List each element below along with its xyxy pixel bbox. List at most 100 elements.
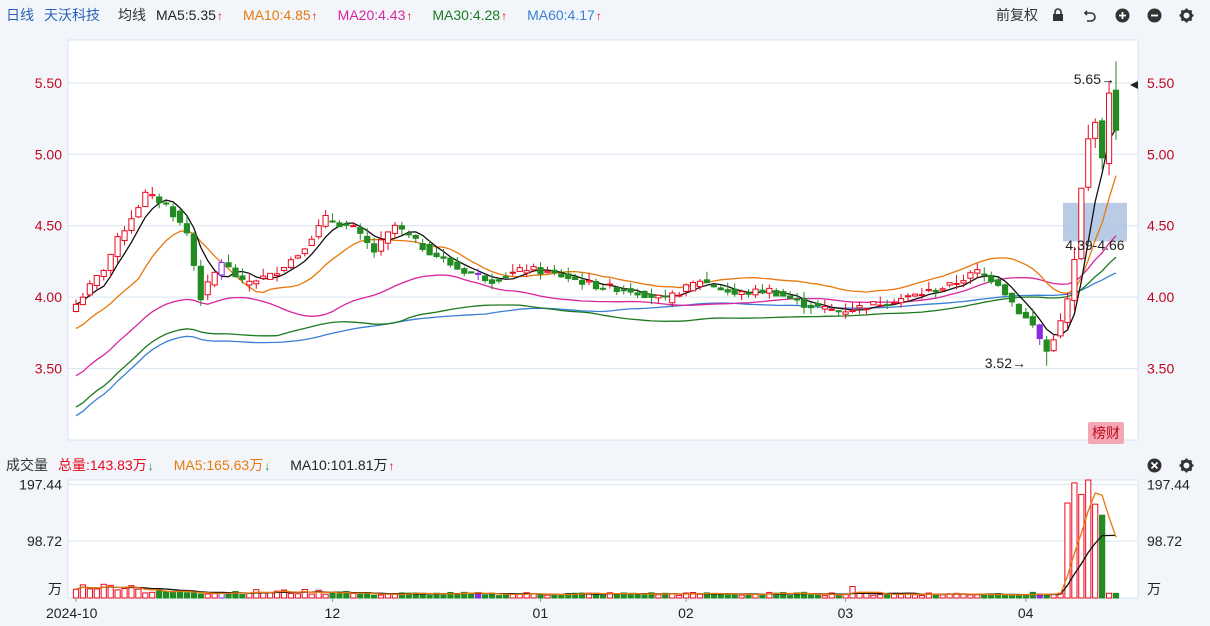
volume-bar[interactable] bbox=[329, 591, 336, 599]
volume-bar[interactable] bbox=[114, 589, 121, 599]
volume-bar[interactable] bbox=[246, 592, 253, 599]
ma-legend-item-2[interactable]: MA20:4.43↑ bbox=[338, 7, 423, 23]
volume-bar[interactable] bbox=[724, 594, 731, 599]
zoom-in-icon[interactable] bbox=[1114, 7, 1130, 23]
volume-bar[interactable] bbox=[551, 594, 558, 599]
volume-bar[interactable] bbox=[696, 593, 704, 599]
volume-bar[interactable] bbox=[1099, 514, 1106, 599]
volume-bar[interactable] bbox=[426, 594, 433, 599]
price-chart[interactable]: 5.50 5.50 5.00 5.00 4.50 4.50 4.00 4.00 3.50 3.50… bbox=[0, 30, 1210, 450]
candle[interactable] bbox=[142, 189, 149, 208]
volume-label[interactable]: 成交量 bbox=[6, 455, 48, 475]
ma-legend-item-1[interactable]: MA10:4.85↑ bbox=[243, 7, 328, 23]
volume-bar[interactable] bbox=[357, 593, 364, 599]
volume-bar[interactable] bbox=[731, 593, 738, 599]
ma-label[interactable]: 均线 bbox=[118, 5, 146, 25]
volume-bar[interactable] bbox=[1078, 493, 1085, 599]
candle[interactable] bbox=[190, 232, 197, 271]
volume-bar[interactable] bbox=[1071, 482, 1078, 599]
volume-bar[interactable] bbox=[1043, 594, 1050, 599]
volume-bar[interactable] bbox=[641, 594, 648, 599]
volume-legend-item-0[interactable]: 总量:143.83万↓ bbox=[58, 457, 164, 473]
volume-bar[interactable] bbox=[967, 594, 974, 599]
volume-bar[interactable] bbox=[377, 594, 385, 599]
candle[interactable] bbox=[870, 301, 877, 306]
volume-bar[interactable] bbox=[1112, 592, 1120, 599]
volume-legend-item-2[interactable]: MA10:101.81万↑ bbox=[290, 457, 404, 473]
volume-bar[interactable] bbox=[163, 591, 170, 599]
volume-bar[interactable] bbox=[884, 594, 891, 599]
volume-bar[interactable] bbox=[870, 594, 877, 599]
volume-bar[interactable] bbox=[814, 594, 821, 599]
volume-bar[interactable] bbox=[135, 588, 142, 599]
ma-legend-item-0[interactable]: MA5:5.35↑ bbox=[156, 7, 233, 23]
volume-bar[interactable] bbox=[100, 583, 107, 599]
candle[interactable] bbox=[689, 280, 697, 292]
volume-bar[interactable] bbox=[537, 594, 544, 599]
volume-bar[interactable] bbox=[204, 593, 211, 599]
zoom-out-icon[interactable] bbox=[1146, 7, 1162, 23]
volume-bar[interactable] bbox=[197, 593, 204, 599]
source-badge[interactable]: 榜财 bbox=[1088, 422, 1124, 444]
candle[interactable] bbox=[911, 293, 919, 297]
volume-bar[interactable] bbox=[468, 592, 475, 599]
volume-bar[interactable] bbox=[495, 595, 503, 599]
volume-bar[interactable] bbox=[544, 594, 551, 599]
volume-bar[interactable] bbox=[1001, 594, 1009, 599]
volume-bar[interactable] bbox=[149, 591, 156, 599]
candle[interactable] bbox=[1105, 81, 1113, 176]
volume-bar[interactable] bbox=[502, 594, 509, 599]
volume-bar[interactable] bbox=[308, 593, 315, 599]
volume-bar[interactable] bbox=[190, 592, 197, 599]
volume-bar[interactable] bbox=[239, 594, 246, 599]
volume-bar[interactable] bbox=[821, 595, 828, 599]
volume-bar[interactable] bbox=[835, 595, 842, 599]
undo-icon[interactable] bbox=[1082, 7, 1098, 23]
volume-bar[interactable] bbox=[93, 588, 100, 599]
volume-bar[interactable] bbox=[1092, 503, 1099, 599]
volume-bar[interactable] bbox=[634, 593, 641, 599]
volume-bar[interactable] bbox=[1008, 595, 1016, 599]
close-icon[interactable] bbox=[1146, 457, 1162, 473]
ma-legend-item-4[interactable]: MA60:4.17↑ bbox=[527, 7, 612, 23]
volume-bar[interactable] bbox=[440, 594, 447, 599]
volume-bar[interactable] bbox=[481, 594, 489, 599]
volume-bar[interactable] bbox=[918, 595, 925, 599]
candle[interactable] bbox=[641, 290, 648, 299]
volume-bar[interactable] bbox=[371, 594, 378, 599]
volume-bar[interactable] bbox=[211, 593, 218, 599]
volume-bar[interactable] bbox=[710, 593, 717, 599]
volume-bar[interactable] bbox=[807, 594, 815, 599]
stock-name[interactable]: 天沃科技 bbox=[44, 5, 100, 25]
period-label[interactable]: 日线 bbox=[6, 5, 34, 25]
volume-chart[interactable]: 197.44 197.44 98.72 98.72 万 万 2024-10 12 01 02 03 0… bbox=[0, 478, 1210, 626]
volume-bar[interactable] bbox=[1105, 592, 1113, 599]
volume-bar[interactable] bbox=[86, 588, 93, 599]
volume-bar[interactable] bbox=[142, 592, 149, 599]
volume-bar[interactable] bbox=[939, 594, 946, 599]
volume-bar[interactable] bbox=[676, 594, 683, 599]
volume-bar[interactable] bbox=[72, 588, 80, 599]
volume-bar[interactable] bbox=[911, 594, 919, 599]
volume-bar[interactable] bbox=[655, 594, 662, 599]
volume-legend-item-1[interactable]: MA5:165.63万↓ bbox=[174, 457, 281, 473]
volume-bar[interactable] bbox=[169, 591, 177, 599]
volume-bar[interactable] bbox=[156, 589, 163, 599]
volume-bar[interactable] bbox=[336, 593, 343, 599]
adjust-label[interactable]: 前复权 bbox=[996, 5, 1038, 25]
volume-bar[interactable] bbox=[627, 593, 634, 599]
volume-bar[interactable] bbox=[183, 592, 191, 599]
volume-bar[interactable] bbox=[974, 594, 981, 599]
candle[interactable] bbox=[468, 271, 475, 274]
volume-bar[interactable] bbox=[1085, 479, 1092, 599]
volume-bar[interactable] bbox=[613, 593, 620, 599]
volume-bar[interactable] bbox=[301, 589, 308, 599]
volume-bar[interactable] bbox=[253, 589, 260, 599]
volume-bar[interactable] bbox=[287, 592, 295, 599]
volume-bar[interactable] bbox=[1064, 502, 1071, 599]
gear-icon[interactable] bbox=[1178, 7, 1194, 23]
lock-icon[interactable] bbox=[1050, 7, 1066, 23]
volume-bar[interactable] bbox=[738, 594, 745, 599]
volume-bar[interactable] bbox=[599, 594, 607, 599]
volume-bar[interactable] bbox=[121, 588, 128, 599]
